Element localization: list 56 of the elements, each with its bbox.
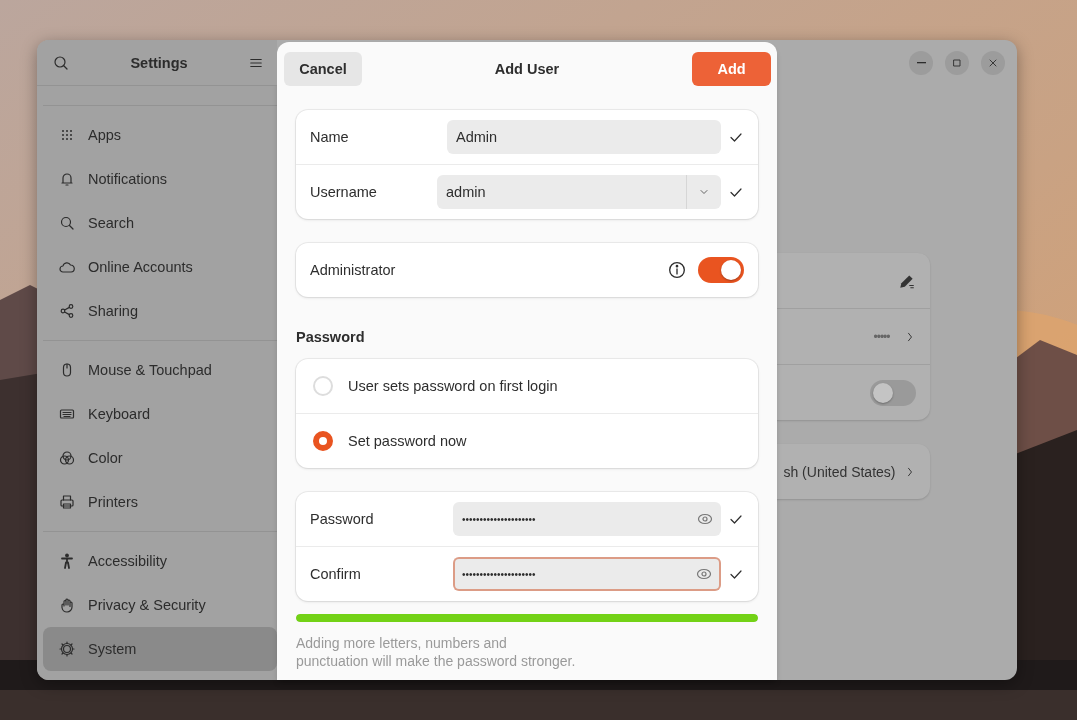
sidebar-item[interactable]: Accessibility bbox=[43, 539, 277, 583]
sidebar-item[interactable]: Keyboard bbox=[43, 392, 277, 436]
info-icon[interactable] bbox=[668, 261, 686, 279]
maximize-icon bbox=[951, 57, 963, 69]
password-field[interactable]: ••••••••••••••••••••• bbox=[453, 502, 688, 536]
hand-icon bbox=[59, 597, 75, 613]
sidebar-item[interactable]: Mouse & Touchpad bbox=[43, 348, 277, 392]
toggle-switch[interactable] bbox=[869, 379, 916, 406]
cancel-button[interactable]: Cancel bbox=[284, 52, 362, 86]
accessibility-icon bbox=[59, 553, 75, 569]
sidebar-item[interactable]: Sharing bbox=[43, 289, 277, 333]
sidebar-item[interactable]: Notifications bbox=[43, 157, 277, 201]
search-icon[interactable] bbox=[53, 54, 69, 71]
bell-icon bbox=[59, 171, 75, 187]
radio-option[interactable]: User sets password on first login bbox=[296, 359, 758, 414]
language-value: sh (United States) bbox=[783, 463, 896, 480]
name-field[interactable]: Admin bbox=[447, 120, 721, 154]
sidebar-item[interactable]: Online Accounts bbox=[43, 245, 277, 289]
grid-icon bbox=[59, 127, 75, 143]
color-wheel-icon bbox=[59, 450, 75, 466]
dialog-title: Add User bbox=[494, 61, 560, 77]
sidebar-item[interactable]: Privacy & Security bbox=[43, 583, 277, 627]
administrator-switch[interactable] bbox=[698, 257, 744, 283]
field-label: Username bbox=[310, 184, 378, 200]
radio-button[interactable] bbox=[313, 431, 333, 451]
share-icon bbox=[59, 303, 75, 319]
keyboard-icon bbox=[59, 406, 75, 422]
field-label: Name bbox=[310, 129, 350, 145]
password-dots: ••••• bbox=[873, 329, 890, 344]
sidebar-item[interactable]: System bbox=[43, 627, 277, 671]
option-label: Set password now bbox=[348, 433, 467, 449]
sidebar-item[interactable]: Color bbox=[43, 436, 277, 480]
printer-icon bbox=[59, 494, 75, 510]
field-label: Confirm bbox=[310, 566, 362, 582]
close-icon bbox=[987, 57, 999, 69]
password-hint: Adding more letters, numbers and punctuation will make the password stronger. bbox=[296, 634, 577, 670]
close-button[interactable] bbox=[981, 51, 1005, 75]
reveal-button[interactable] bbox=[688, 502, 721, 536]
eye-icon bbox=[696, 511, 713, 527]
sidebar-item[interactable]: Printers bbox=[43, 480, 277, 524]
minimize-icon bbox=[916, 62, 926, 64]
minimize-button[interactable] bbox=[909, 51, 933, 75]
search-icon bbox=[59, 215, 75, 231]
section-heading: Password bbox=[296, 329, 366, 345]
add-button[interactable]: Add bbox=[692, 52, 771, 86]
username-field[interactable]: admin bbox=[437, 175, 686, 209]
window-title: Settings bbox=[130, 54, 188, 71]
field-label: Password bbox=[310, 511, 375, 527]
administrator-label: Administrator bbox=[310, 262, 397, 278]
cloud-icon bbox=[59, 259, 75, 275]
sidebar-item[interactable]: Apps bbox=[43, 113, 277, 157]
radio-option[interactable]: Set password now bbox=[296, 414, 758, 468]
option-label: User sets password on first login bbox=[348, 378, 558, 394]
gear-icon bbox=[59, 641, 75, 657]
maximize-button[interactable] bbox=[945, 51, 969, 75]
sidebar-item[interactable]: Search bbox=[43, 201, 277, 245]
